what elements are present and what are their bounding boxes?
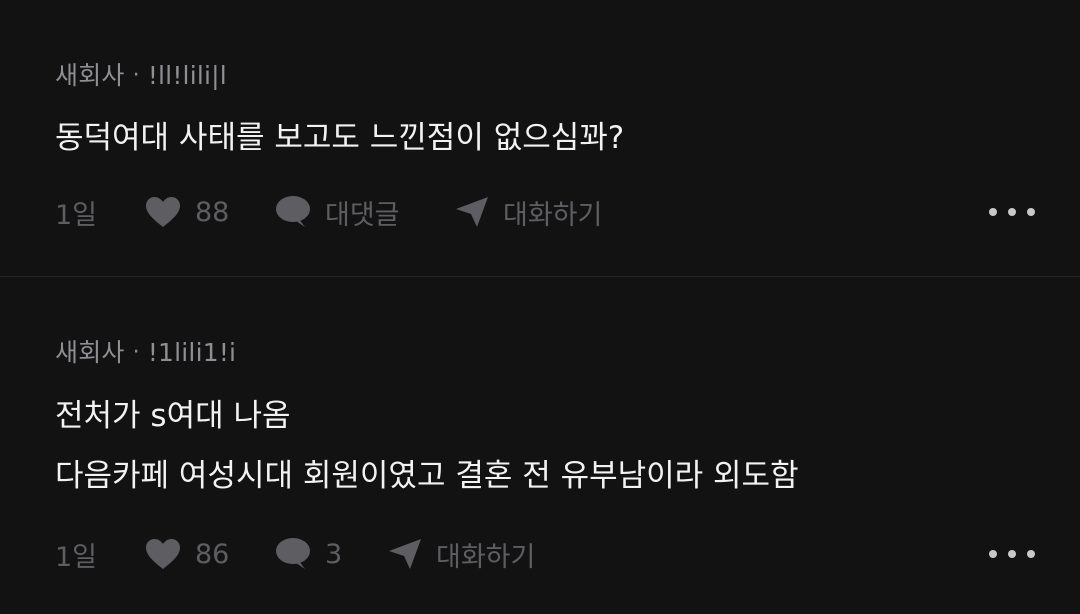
reply-button[interactable]: 3 [275, 534, 342, 574]
reply-button[interactable]: 대댓글 [275, 192, 400, 232]
comment-time-label: 1일 [55, 199, 98, 231]
chat-button[interactable]: 대화하기 [455, 192, 602, 232]
more-options-button[interactable] [989, 534, 1035, 574]
like-count: 88 [195, 196, 230, 228]
comment-actions: 1일 88 대댓글 대화하기 [55, 192, 1035, 232]
paper-plane-icon [456, 197, 488, 227]
comment-time: 1일 [55, 534, 97, 574]
heart-icon [146, 539, 180, 569]
chat-label: 대화하기 [436, 541, 536, 573]
comment-item: 새회사 · !ll!lili|l 동덕여대 사태를 보고도 느낀점이 없으심꽈? 1… [0, 0, 1080, 276]
comment-text-line: 다음카페 여성시대 회원이였고 결혼 전 유부남이라 외도함 [55, 458, 799, 494]
comment-author[interactable]: 새회사 [55, 338, 125, 367]
comment-user-id: !ll!lili|l [147, 61, 227, 90]
comment-meta: 새회사 · !1lili1!i [55, 333, 236, 369]
comment-item: 새회사 · !1lili1!i 전처가 s여대 나옴 다음카페 여성시대 회원이였고… [0, 277, 1080, 614]
comment-text-line: 전처가 s여대 나옴 [55, 398, 291, 434]
like-button[interactable]: 88 [145, 192, 229, 232]
more-dots-icon [989, 208, 997, 216]
heart-icon [146, 197, 180, 227]
reply-count: 3 [325, 538, 343, 570]
comment-body: 동덕여대 사태를 보고도 느낀점이 없으심꽈? [55, 112, 624, 164]
paper-plane-icon [389, 539, 421, 569]
comment-time: 1일 [55, 192, 97, 232]
speech-bubble-icon [276, 196, 310, 227]
meta-separator: · [132, 63, 140, 88]
comment-author[interactable]: 새회사 [55, 61, 125, 90]
more-dots-icon [989, 550, 997, 558]
comment-user-id: !1lili1!i [147, 338, 237, 367]
comment-time-label: 1일 [55, 541, 98, 573]
comment-actions: 1일 86 3 대화하기 [55, 534, 1035, 574]
comment-meta: 새회사 · !ll!lili|l [55, 56, 227, 92]
chat-button[interactable]: 대화하기 [388, 534, 535, 574]
comment-text-line: 동덕여대 사태를 보고도 느낀점이 없으심꽈? [55, 120, 625, 156]
meta-separator: · [132, 340, 140, 365]
more-options-button[interactable] [989, 192, 1035, 232]
like-button[interactable]: 86 [145, 534, 229, 574]
reply-label: 대댓글 [325, 199, 400, 231]
chat-label: 대화하기 [503, 199, 603, 231]
like-count: 86 [195, 538, 230, 570]
speech-bubble-icon [276, 538, 310, 569]
comment-body: 전처가 s여대 나옴 다음카페 여성시대 회원이였고 결혼 전 유부남이라 외도… [55, 390, 799, 502]
